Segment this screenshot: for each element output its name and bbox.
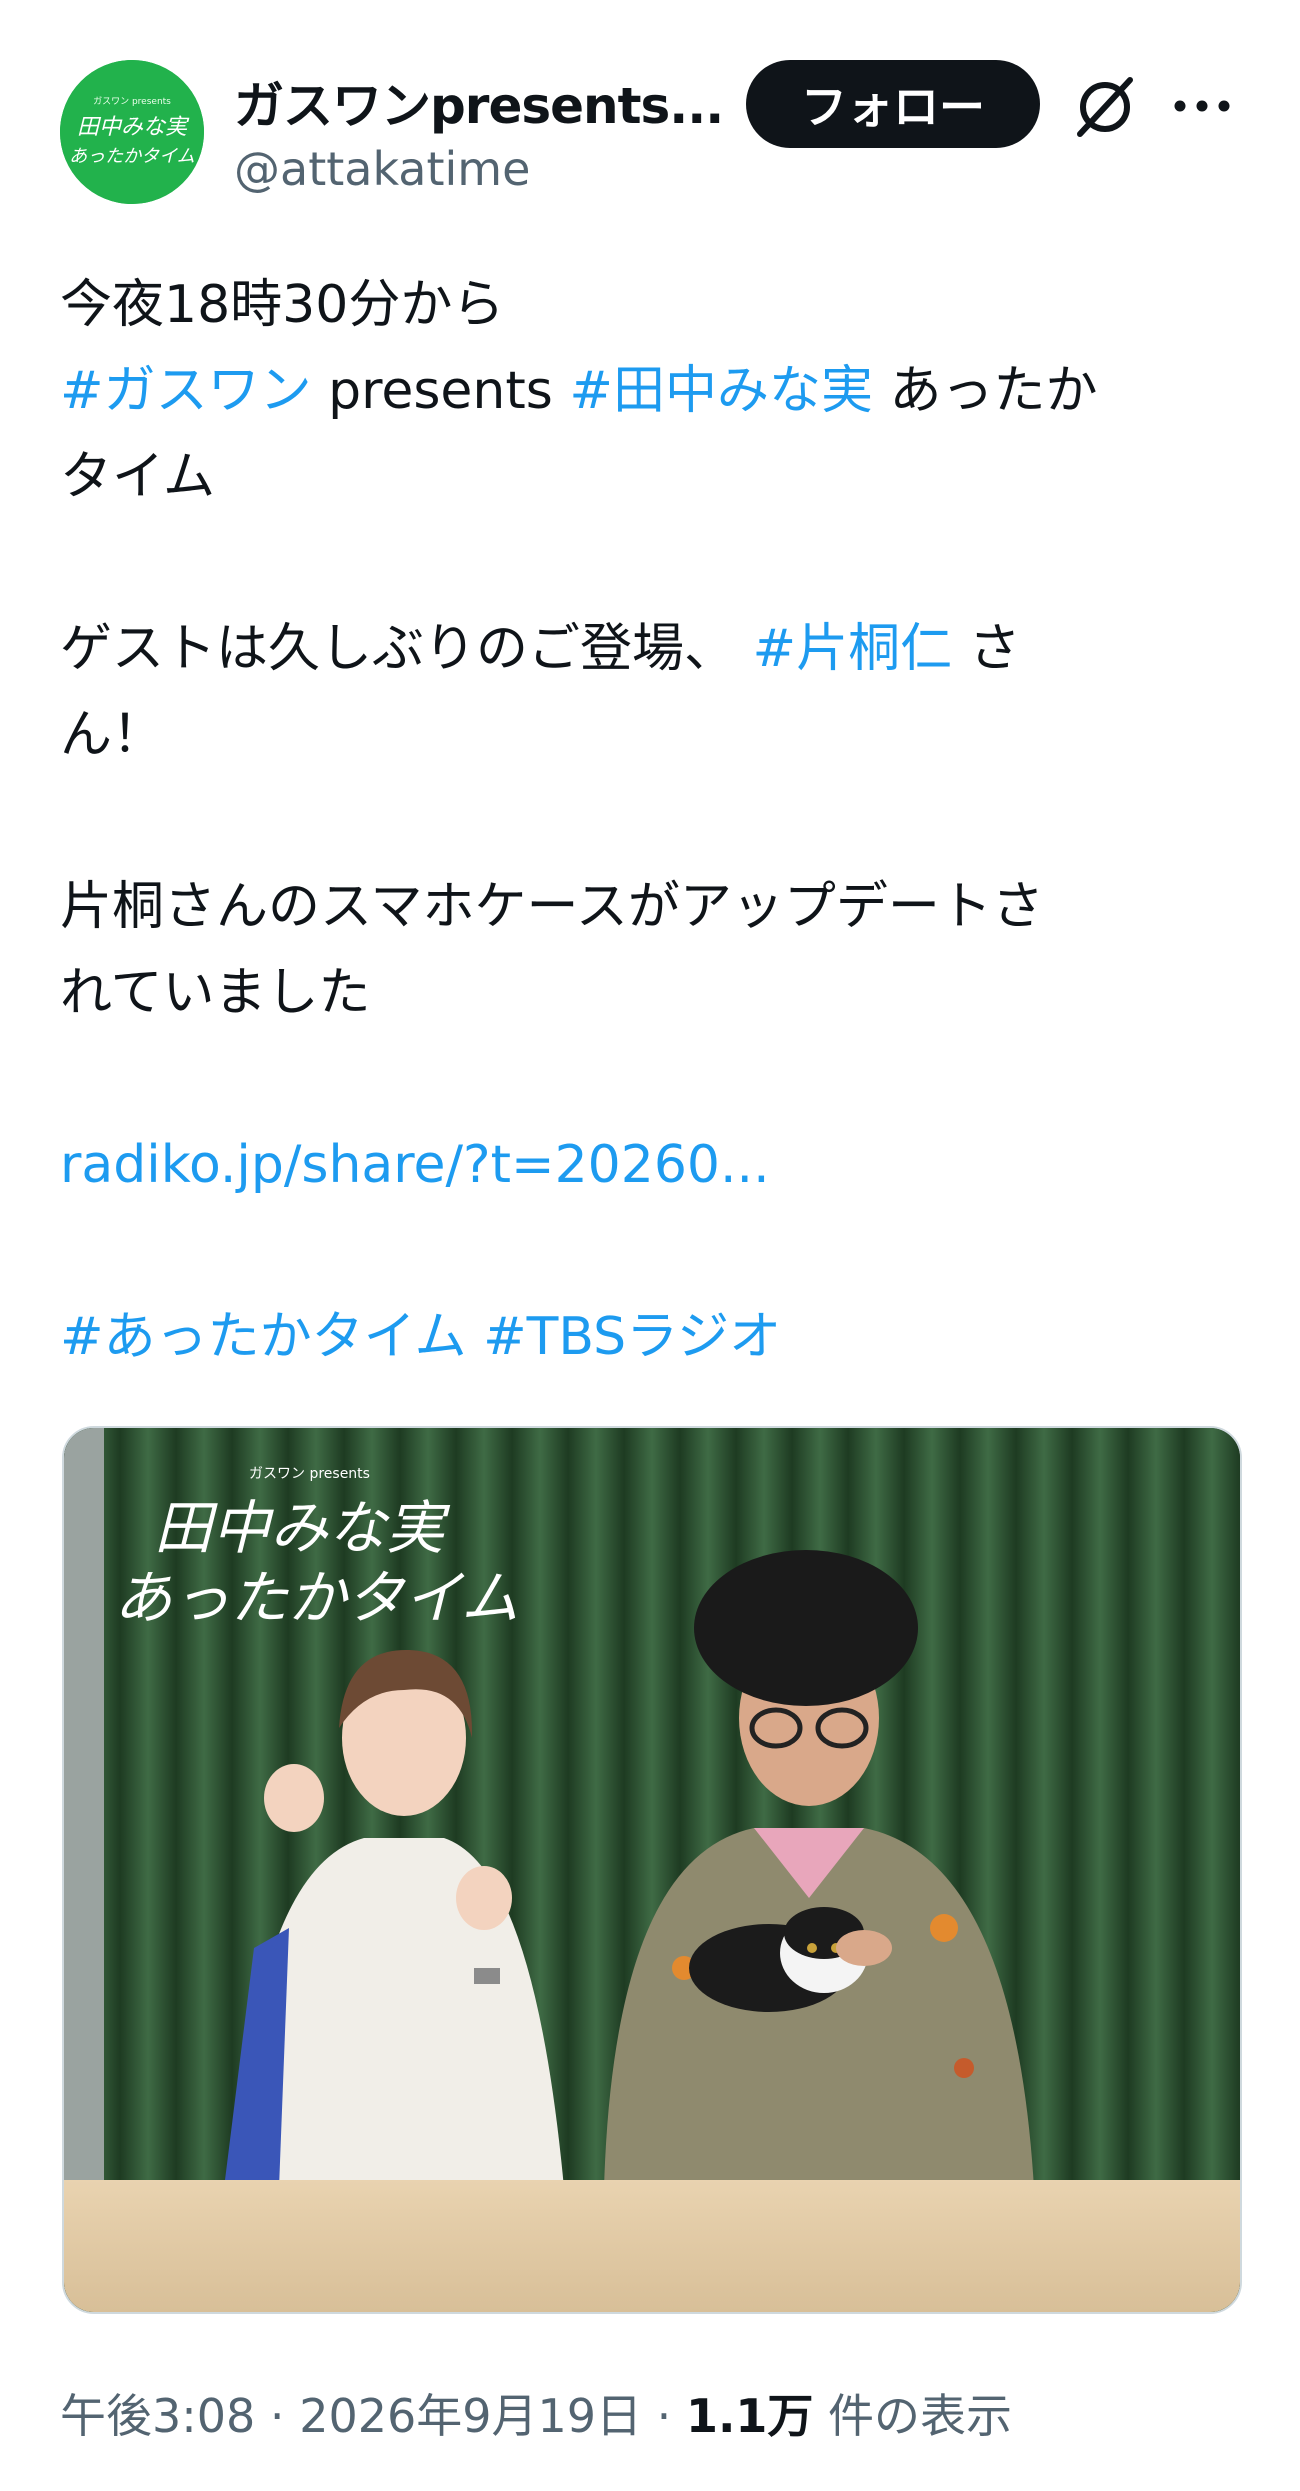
view-count[interactable]: 1.1万 bbox=[686, 2389, 814, 2443]
tweet-line: タイム bbox=[60, 447, 215, 507]
tweet-text-segment: さ bbox=[952, 619, 1021, 679]
avatar-logo-line2: あったかタイム bbox=[69, 146, 195, 167]
separator: · bbox=[255, 2389, 300, 2443]
avatar-logo: ガスワン presents 田中みな実 あったかタイム bbox=[60, 60, 204, 204]
avatar-logo-small-text: ガスワン presents bbox=[93, 96, 171, 107]
hashtag-tanaka-minami[interactable]: #田中みな実 bbox=[569, 361, 873, 421]
user-handle[interactable]: @attakatime bbox=[234, 142, 530, 196]
tweet-line: ゲストは久しぶりのご登場、 #片桐仁 さ bbox=[60, 606, 1240, 692]
wooden-desk bbox=[64, 2180, 1240, 2312]
tweet-text-segment: あったか bbox=[872, 361, 1098, 421]
avatar-logo-line1: 田中みな実 bbox=[77, 115, 190, 140]
tweet-date[interactable]: 2026年9月19日 bbox=[299, 2389, 642, 2443]
tweet-metadata: 午後3:08 · 2026年9月19日 · 1.1万 件の表示 bbox=[60, 2380, 1012, 2446]
overlay-line2: あったかタイム bbox=[114, 1564, 519, 1632]
hashtag-attakatime[interactable]: #あったかタイム bbox=[60, 1307, 467, 1367]
tweet-line: れていました bbox=[60, 963, 371, 1023]
tweet-line: #ガスワン presents #田中みな実 あったか bbox=[60, 348, 1240, 434]
grok-icon[interactable] bbox=[1070, 72, 1140, 142]
follow-button[interactable]: フォロー bbox=[746, 60, 1040, 148]
tweet-time[interactable]: 午後3:08 bbox=[60, 2389, 255, 2443]
tweet-line: radiko.jp/share/?t=20260... bbox=[60, 1122, 1240, 1208]
overlay-small-text: ガスワン presents bbox=[249, 1466, 370, 1482]
tweet-text-segment: ゲストは久しぶりのご登場、 bbox=[60, 619, 753, 679]
view-label: 件の表示 bbox=[813, 2389, 1013, 2443]
radiko-link[interactable]: radiko.jp/share/?t=20260... bbox=[60, 1135, 770, 1195]
tweet-line: 片桐さんのスマホケースがアップデートさ bbox=[60, 877, 1044, 937]
hashtag-katagiri-jin[interactable]: #片桐仁 bbox=[753, 619, 953, 679]
studio-wall bbox=[64, 1428, 104, 2188]
separator: · bbox=[642, 2389, 686, 2443]
tweet-line: ん！ bbox=[60, 705, 165, 765]
more-icon[interactable] bbox=[1172, 96, 1232, 116]
hashtag-gaswan[interactable]: #ガスワン bbox=[60, 361, 312, 421]
tweet-text: 今夜18時30分から #ガスワン presents #田中みな実 あったか タイ… bbox=[60, 262, 1240, 1380]
overlay-line1: 田中みな実 bbox=[154, 1494, 451, 1562]
studio-photo: ガスワン presents 田中みな実 あったかタイム bbox=[64, 1428, 1240, 2312]
display-name[interactable]: ガスワンpresents... bbox=[234, 66, 723, 138]
tweet-line: 今夜18時30分から bbox=[60, 275, 505, 335]
tweet-text-segment: presents bbox=[311, 361, 570, 421]
hashtag-tbs-radio[interactable]: #TBSラジオ bbox=[483, 1307, 781, 1367]
avatar[interactable]: ガスワン presents 田中みな実 あったかタイム bbox=[60, 60, 204, 204]
tweet-line: #あったかタイム #TBSラジオ bbox=[60, 1294, 1240, 1380]
tweet-header: ガスワン presents 田中みな実 あったかタイム ガスワンpresents… bbox=[0, 0, 1300, 230]
tweet-photo[interactable]: ガスワン presents 田中みな実 あったかタイム bbox=[62, 1426, 1242, 2314]
